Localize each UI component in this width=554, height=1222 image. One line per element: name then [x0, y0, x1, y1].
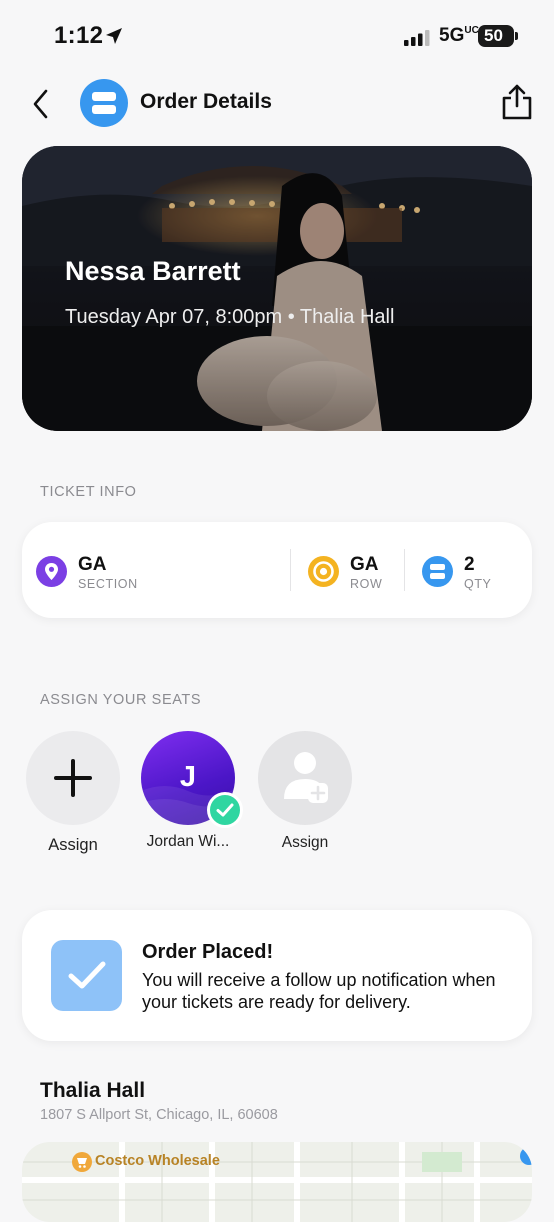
assign-label: Assign	[48, 836, 98, 854]
venue-map[interactable]: Costco Wholesale	[22, 1142, 532, 1222]
assign-label: Assign	[281, 834, 329, 851]
shopping-cart-icon	[72, 1152, 92, 1172]
order-status-message: You will receive a follow up notificatio…	[142, 970, 496, 1012]
section-value: GA	[78, 554, 107, 575]
assign-add-button[interactable]	[26, 731, 120, 825]
battery-tip	[515, 32, 518, 40]
battery-icon: 50	[478, 25, 514, 47]
app-logo	[80, 79, 128, 127]
row-value: GA	[350, 554, 379, 575]
ticket-info-card: GA SECTION GA ROW 2 QTY	[22, 522, 532, 618]
add-person-icon	[284, 752, 328, 803]
map-marker-icon	[520, 1147, 532, 1165]
page-title: Order Details	[140, 90, 272, 113]
order-status-card: Order Placed! You will receive a follow …	[22, 910, 532, 1041]
qty-value: 2	[464, 554, 475, 575]
target-icon	[308, 556, 339, 587]
row-label: ROW	[350, 577, 383, 591]
ticket-icon	[422, 556, 453, 587]
event-hero-card[interactable]: Nessa Barrett Tuesday Apr 07, 8:00pm • T…	[22, 146, 532, 431]
event-artist: Nessa Barrett	[65, 256, 241, 286]
venue-name: Thalia Hall	[40, 1079, 146, 1102]
map-poi-label: Costco Wholesale	[95, 1153, 220, 1169]
signal-icon	[404, 30, 430, 46]
network-type: 5GUC	[439, 25, 479, 46]
assigned-name: Jordan Wi...	[146, 833, 230, 850]
event-date-venue: Tuesday Apr 07, 8:00pm • Thalia Hall	[65, 306, 395, 328]
location-pin-icon	[36, 556, 67, 587]
chevron-left-icon[interactable]	[26, 84, 58, 124]
status-time: 1:12	[54, 22, 104, 49]
ticket-info-label: TICKET INFO	[40, 484, 137, 500]
avatar-initial: J	[179, 761, 197, 793]
venue-address[interactable]: 1807 S Allport St, Chicago, IL, 60608	[40, 1107, 278, 1123]
status-bar: 1:12 5GUC 50	[0, 0, 554, 70]
assign-empty-seat[interactable]	[258, 731, 352, 825]
assign-seats-label: ASSIGN YOUR SEATS	[40, 692, 202, 708]
battery-level: 50	[484, 26, 503, 45]
qty-label: QTY	[464, 577, 492, 591]
location-arrow-icon	[106, 28, 122, 44]
divider	[404, 549, 405, 591]
divider	[290, 549, 291, 591]
event-photo	[22, 146, 532, 431]
checkbox-checked-icon	[51, 940, 122, 1011]
assigned-check-icon	[207, 792, 243, 828]
ticket-logo-icon	[92, 92, 116, 114]
plus-icon	[54, 759, 92, 797]
section-label: SECTION	[78, 577, 138, 591]
order-status-title: Order Placed!	[142, 941, 274, 963]
share-icon[interactable]	[500, 82, 534, 122]
